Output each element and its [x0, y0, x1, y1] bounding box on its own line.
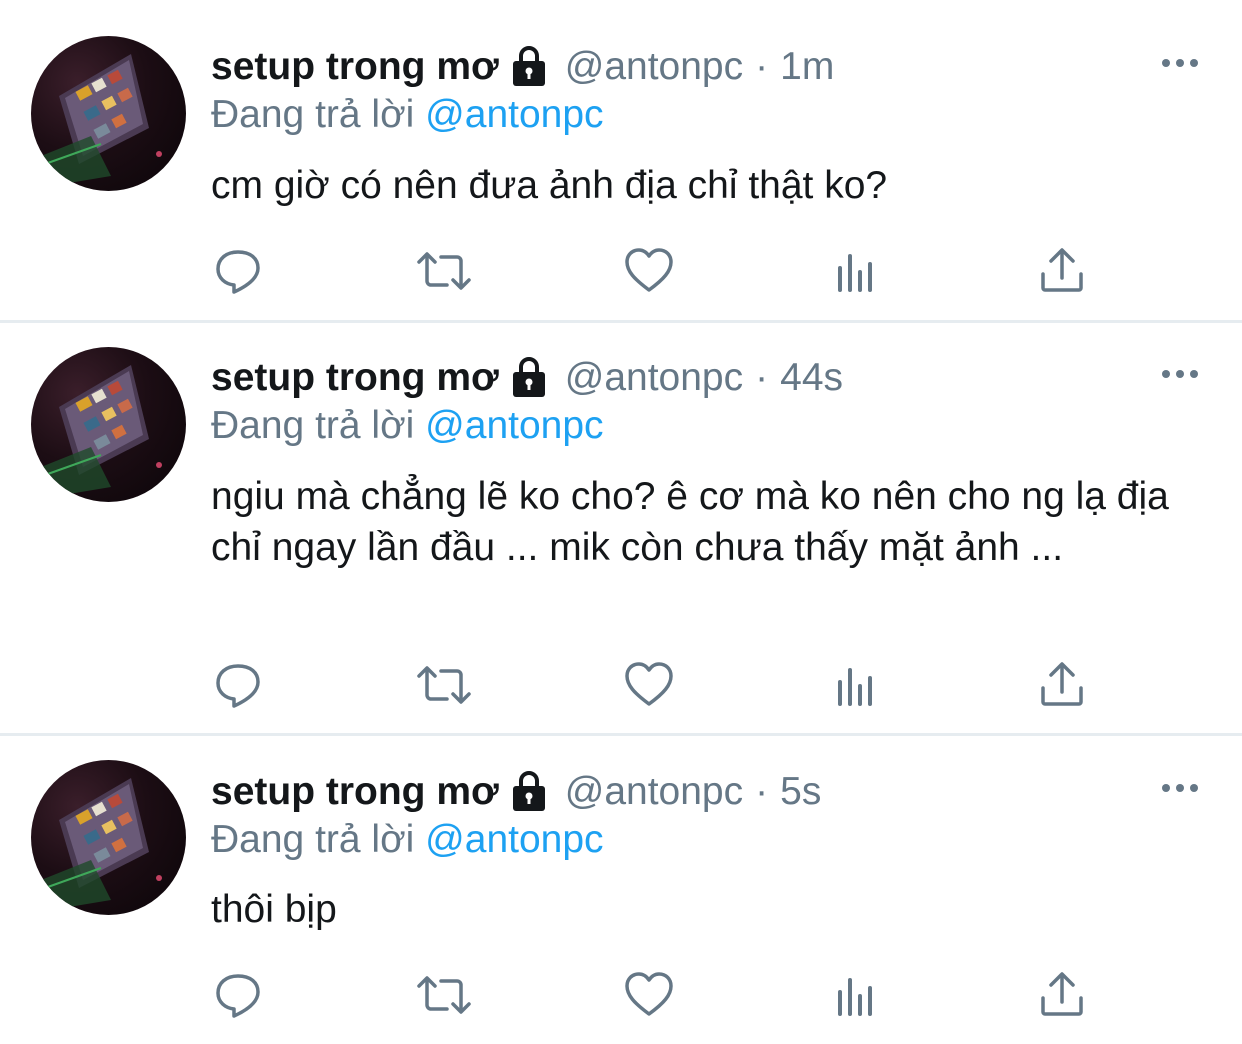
reply-button[interactable]: [213, 246, 263, 296]
heart-icon: [625, 662, 673, 706]
tweet[interactable]: setup trong mơ @antonpc · 44s Đang trả l…: [0, 323, 1242, 733]
share-button[interactable]: [1037, 660, 1087, 710]
tweet-actions: [0, 660, 1242, 710]
user-handle[interactable]: @antonpc: [565, 44, 743, 90]
tweet-header: setup trong mơ @antonpc · 44s: [211, 355, 843, 401]
tweet-actions: [0, 970, 1242, 1020]
display-name[interactable]: setup trong mơ: [211, 769, 499, 815]
reply-mention-link[interactable]: @antonpc: [425, 818, 603, 861]
lock-icon: [509, 355, 549, 401]
avatar-image: [41, 365, 162, 497]
tweet-text: ngiu mà chẳng lẽ ko cho? ê cơ mà ko nên …: [211, 475, 1169, 569]
avatar-image: [41, 778, 162, 910]
share-button[interactable]: [1037, 970, 1087, 1020]
separator: ·: [755, 45, 769, 88]
reply-button[interactable]: [213, 660, 263, 710]
user-handle[interactable]: @antonpc: [565, 355, 743, 401]
lock-icon: [509, 769, 549, 815]
tweet[interactable]: setup trong mơ @antonpc · 1m Đang trả lờ…: [0, 0, 1242, 320]
separator: ·: [755, 770, 769, 813]
tweet-actions: [0, 246, 1242, 296]
timestamp[interactable]: 44s: [780, 355, 843, 401]
reply-context: Đang trả lời @antonpc: [211, 403, 604, 449]
analytics-icon: [838, 668, 872, 706]
reply-icon: [216, 974, 260, 1018]
analytics-button[interactable]: [833, 970, 883, 1020]
share-icon: [1041, 248, 1083, 292]
tweet-header: setup trong mơ @antonpc · 5s: [211, 769, 821, 815]
more-icon[interactable]: [1160, 778, 1200, 798]
retweet-button[interactable]: [416, 246, 472, 296]
more-icon[interactable]: [1160, 53, 1200, 73]
more-icon[interactable]: [1160, 364, 1200, 384]
reply-prefix: Đang trả lời: [211, 404, 415, 447]
retweet-button[interactable]: [416, 970, 472, 1020]
like-button[interactable]: [624, 970, 674, 1020]
analytics-icon: [838, 254, 872, 292]
reply-prefix: Đang trả lời: [211, 818, 415, 861]
share-icon: [1041, 972, 1083, 1016]
reply-context: Đang trả lời @antonpc: [211, 817, 604, 863]
tweet-header: setup trong mơ @antonpc · 1m: [211, 44, 834, 90]
timestamp[interactable]: 1m: [780, 44, 834, 90]
reply-icon: [216, 664, 260, 708]
avatar-image: [41, 54, 162, 186]
analytics-button[interactable]: [833, 660, 883, 710]
heart-icon: [625, 248, 673, 292]
tweet-text: cm giờ có nên đưa ảnh địa chỉ thật ko?: [211, 164, 888, 207]
heart-icon: [625, 972, 673, 1016]
like-button[interactable]: [624, 660, 674, 710]
reply-mention-link[interactable]: @antonpc: [425, 404, 603, 447]
reply-context: Đang trả lời @antonpc: [211, 92, 604, 138]
avatar[interactable]: [31, 36, 186, 191]
analytics-icon: [838, 978, 872, 1016]
tweet-text: thôi bịp: [211, 888, 337, 931]
reply-mention-link[interactable]: @antonpc: [425, 93, 603, 136]
display-name[interactable]: setup trong mơ: [211, 355, 499, 401]
retweet-icon: [417, 666, 471, 704]
user-handle[interactable]: @antonpc: [565, 769, 743, 815]
reply-icon: [216, 250, 260, 294]
retweet-icon: [417, 976, 471, 1014]
retweet-icon: [417, 252, 471, 290]
retweet-button[interactable]: [416, 660, 472, 710]
reply-prefix: Đang trả lời: [211, 93, 415, 136]
share-icon: [1041, 662, 1083, 706]
reply-button[interactable]: [213, 970, 263, 1020]
display-name[interactable]: setup trong mơ: [211, 44, 499, 90]
timestamp[interactable]: 5s: [780, 769, 821, 815]
avatar[interactable]: [31, 347, 186, 502]
analytics-button[interactable]: [833, 246, 883, 296]
separator: ·: [755, 356, 769, 399]
tweet[interactable]: setup trong mơ @antonpc · 5s Đang trả lờ…: [0, 736, 1242, 1044]
share-button[interactable]: [1037, 246, 1087, 296]
like-button[interactable]: [624, 246, 674, 296]
avatar[interactable]: [31, 760, 186, 915]
lock-icon: [509, 44, 549, 90]
